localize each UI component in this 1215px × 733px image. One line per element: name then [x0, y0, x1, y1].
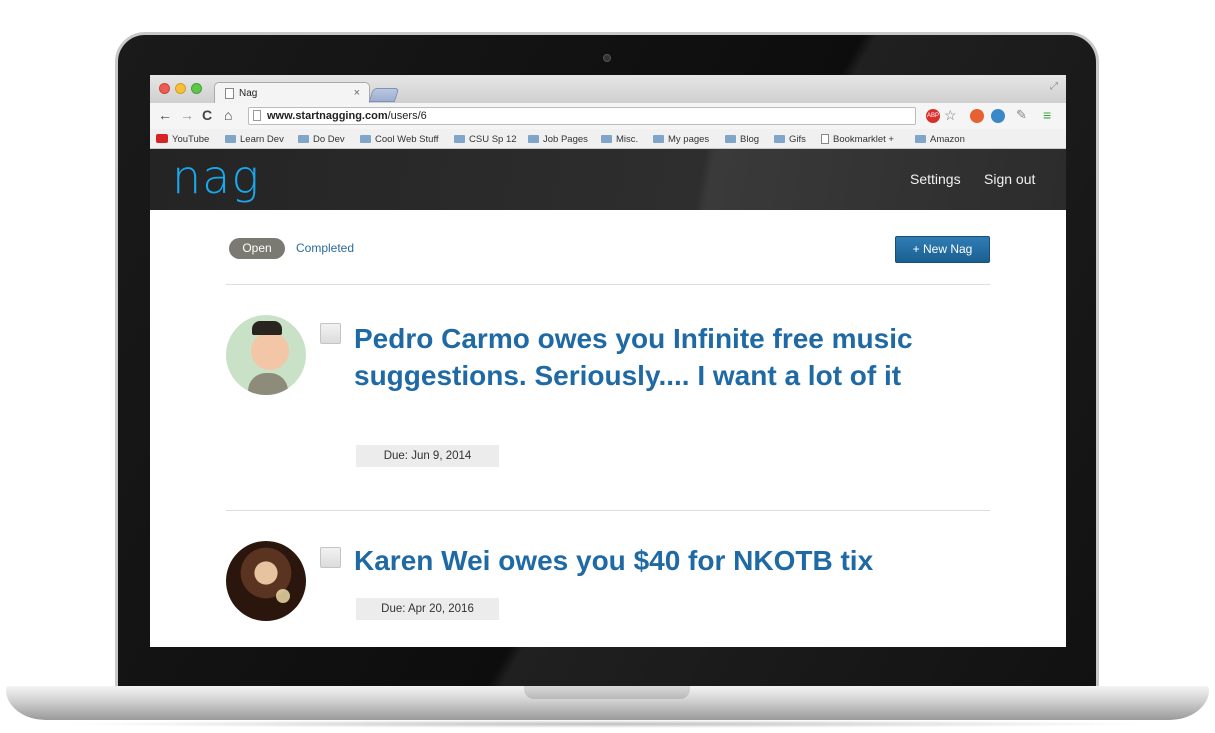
divider — [226, 510, 990, 511]
settings-link[interactable]: Settings — [910, 171, 961, 187]
browser-tab[interactable]: Nag × — [214, 82, 370, 104]
browser-toolbar: ← → C ⌂ www.startnagging.com/users/6 ABP… — [150, 103, 1066, 129]
folder-icon — [225, 135, 236, 143]
bookmark-star-icon[interactable]: ☆ — [944, 107, 958, 123]
page-icon — [225, 88, 234, 99]
camera-icon — [603, 54, 611, 62]
new-nag-button[interactable]: + New Nag — [895, 236, 990, 263]
page-icon — [253, 110, 261, 121]
folder-icon — [528, 135, 539, 143]
url-host: www.startnagging.com — [267, 110, 388, 122]
close-window-icon[interactable] — [159, 83, 170, 94]
folder-icon — [653, 135, 664, 143]
globe-icon[interactable] — [991, 109, 1005, 123]
menu-icon[interactable]: ≡ — [1043, 107, 1057, 123]
adblock-icon[interactable]: ABP — [926, 109, 940, 123]
bookmark-item[interactable]: Gifs — [774, 134, 806, 145]
divider — [226, 284, 990, 285]
sign-out-link[interactable]: Sign out — [984, 171, 1035, 187]
folder-icon — [601, 135, 612, 143]
nag-title[interactable]: Pedro Carmo owes you Infinite free music… — [354, 320, 954, 394]
laptop-shadow — [60, 720, 1155, 728]
file-icon — [821, 134, 829, 144]
folder-icon — [454, 135, 465, 143]
bookmark-item[interactable]: Cool Web Stuff — [360, 134, 439, 145]
minimize-window-icon[interactable] — [175, 83, 186, 94]
logo[interactable]: nag — [172, 149, 260, 205]
avatar — [226, 315, 306, 395]
tab-title: Nag — [239, 88, 258, 99]
filter-open-pill[interactable]: Open — [229, 238, 285, 259]
bookmark-item[interactable]: Learn Dev — [225, 134, 284, 145]
eyedropper-icon[interactable]: ✎ — [1016, 107, 1030, 122]
folder-icon — [915, 135, 926, 143]
bookmark-item[interactable]: CSU Sp 12 — [454, 134, 517, 145]
folder-icon — [298, 135, 309, 143]
stumbleupon-icon[interactable] — [970, 109, 984, 123]
fullscreen-icon[interactable]: ⤢ — [1050, 81, 1058, 92]
youtube-icon — [156, 134, 168, 143]
address-bar[interactable]: www.startnagging.com/users/6 — [248, 107, 916, 125]
tab-close-icon[interactable]: × — [354, 87, 360, 99]
nag-complete-checkbox[interactable] — [320, 547, 341, 568]
bookmark-item[interactable]: Amazon — [915, 134, 965, 145]
app-header: nag Settings Sign out — [150, 149, 1066, 210]
bookmark-item[interactable]: Blog — [725, 134, 759, 145]
laptop-notch — [524, 686, 690, 699]
bookmark-item[interactable]: My pages — [653, 134, 709, 145]
bookmark-item[interactable]: YouTube — [156, 134, 209, 145]
avatar — [226, 541, 306, 621]
bookmark-item[interactable]: Job Pages — [528, 134, 588, 145]
new-tab-button[interactable] — [368, 88, 400, 102]
due-badge: Due: Apr 20, 2016 — [356, 598, 499, 620]
home-icon[interactable]: ⌂ — [224, 107, 232, 123]
due-badge: Due: Jun 9, 2014 — [356, 445, 499, 467]
url-path: /users/6 — [387, 110, 427, 122]
main-content: Open Completed + New Nag Pedro Carmo owe… — [150, 210, 1066, 647]
nag-title[interactable]: Karen Wei owes you $40 for NKOTB tix — [354, 542, 954, 579]
zoom-window-icon[interactable] — [191, 83, 202, 94]
filter-completed-link[interactable]: Completed — [296, 241, 354, 255]
screen: Nag × ⤢ ← → C ⌂ www.startnagging.com/use… — [150, 75, 1066, 647]
reload-icon[interactable]: C — [202, 107, 212, 123]
bookmark-item[interactable]: Bookmarklet + — [821, 134, 894, 145]
bookmark-item[interactable]: Misc. — [601, 134, 638, 145]
nag-complete-checkbox[interactable] — [320, 323, 341, 344]
bookmarks-bar: YouTube Learn Dev Do Dev Cool Web Stuff … — [150, 129, 1066, 149]
bookmark-item[interactable]: Do Dev — [298, 134, 345, 145]
back-icon[interactable]: ← — [158, 107, 172, 123]
folder-icon — [725, 135, 736, 143]
folder-icon — [774, 135, 785, 143]
browser-tabstrip: Nag × ⤢ — [150, 75, 1066, 104]
forward-icon[interactable]: → — [180, 107, 194, 123]
folder-icon — [360, 135, 371, 143]
